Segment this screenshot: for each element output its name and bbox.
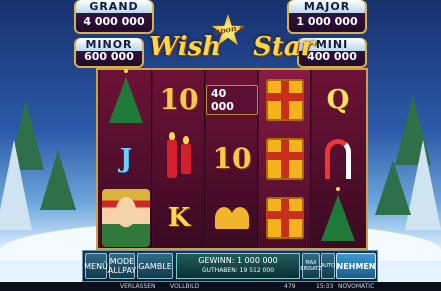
reel-symbol: Q — [312, 70, 364, 129]
value-symbol: 40 000 — [206, 84, 258, 115]
exit-link[interactable]: VERLASSEN — [120, 282, 156, 291]
reel-5: Q — [312, 70, 366, 248]
letter-symbol: J — [119, 143, 133, 174]
win-value: 1 000 000 — [237, 256, 278, 265]
balance-label: GUTHABEN: — [201, 267, 238, 274]
reel-2: 10 K — [153, 70, 205, 248]
reel-symbol — [259, 129, 311, 188]
reel-area: J 10 K 40 000 10 Q — [96, 68, 368, 250]
reel-3: 40 000 10 — [206, 70, 258, 248]
max-bet-sublabel: EINSATZ — [300, 266, 322, 272]
bells-icon — [215, 203, 249, 233]
gift-box-icon — [266, 137, 304, 180]
letter-symbol: Q — [326, 84, 350, 115]
jackpot-grand-value: 4 000 000 — [83, 15, 145, 28]
christmas-tree-icon — [109, 68, 143, 123]
win-label: GEWINN: — [198, 256, 235, 265]
reel-symbol — [100, 68, 152, 129]
number-symbol: 10 — [212, 142, 252, 175]
mode-button[interactable]: MODE ALLPAY — [107, 253, 137, 279]
clock: 15:33 — [316, 283, 334, 290]
start-button[interactable]: NEHMEN — [336, 253, 376, 279]
reel-symbol: K — [153, 188, 205, 247]
background-tree — [40, 150, 76, 210]
logo-word-wish: Wish — [149, 32, 222, 62]
status-bar: VERLASSEN VOLLBILD 479 15:33 NOVOMATIC — [0, 282, 441, 291]
reel-symbol — [206, 188, 258, 247]
auto-button[interactable]: AUTO — [321, 253, 335, 279]
reel-symbol: 40 000 — [206, 70, 258, 129]
mode-label: MODE — [109, 257, 135, 266]
reel-4 — [259, 70, 311, 248]
logo-word-star: Star — [253, 32, 315, 62]
christmas-tree-icon — [321, 186, 355, 241]
number-symbol: 10 — [159, 83, 199, 116]
jackpot-grand-label: GRAND — [76, 0, 152, 13]
reel-symbol — [153, 129, 205, 188]
jackpot-minor: MINOR 600 000 — [74, 38, 144, 68]
win-display: GEWINN: 1 000 000 GUTHABEN: 19 512 000 — [176, 253, 300, 279]
background-tree — [375, 160, 411, 215]
bet-value: 479 — [284, 283, 296, 290]
max-bet-button[interactable]: MAX EINSATZ — [300, 253, 322, 279]
reel-symbol — [100, 188, 152, 247]
gift-box-icon — [266, 78, 304, 121]
menu-button[interactable]: MENÜ — [84, 253, 108, 279]
reel-symbol: 10 — [153, 70, 205, 129]
reel-symbol — [259, 70, 311, 129]
game-logo: Wish upon a Star — [143, 14, 314, 74]
elf-girl-icon — [102, 188, 150, 247]
gift-box-icon — [266, 196, 304, 239]
reel-symbol: 10 — [206, 129, 258, 188]
fullscreen-link[interactable]: VOLLBILD — [170, 282, 199, 291]
reel-symbol — [259, 188, 311, 247]
jackpot-grand: GRAND 4 000 000 — [74, 0, 154, 34]
reel-1: J — [100, 68, 152, 248]
reel-symbol — [312, 186, 364, 247]
letter-symbol: K — [167, 202, 191, 233]
reel-symbol: J — [100, 129, 152, 188]
jackpot-major-label: MAJOR — [289, 0, 365, 13]
mode-value: ALLPAY — [107, 266, 137, 275]
brand-name: NOVOMATIC — [338, 283, 375, 290]
jackpot-minor-value: 600 000 — [84, 50, 134, 63]
control-bar: MENÜ MODE ALLPAY GAMBLE GEWINN: 1 000 00… — [82, 250, 378, 282]
candle-icon — [167, 131, 177, 178]
candy-cane-icon — [325, 138, 351, 179]
candle-icon — [181, 135, 191, 174]
gamble-button[interactable]: GAMBLE — [137, 253, 173, 279]
balance-value: 19 512 000 — [239, 267, 275, 274]
background-tree — [0, 140, 32, 230]
reel-symbol — [312, 129, 364, 188]
